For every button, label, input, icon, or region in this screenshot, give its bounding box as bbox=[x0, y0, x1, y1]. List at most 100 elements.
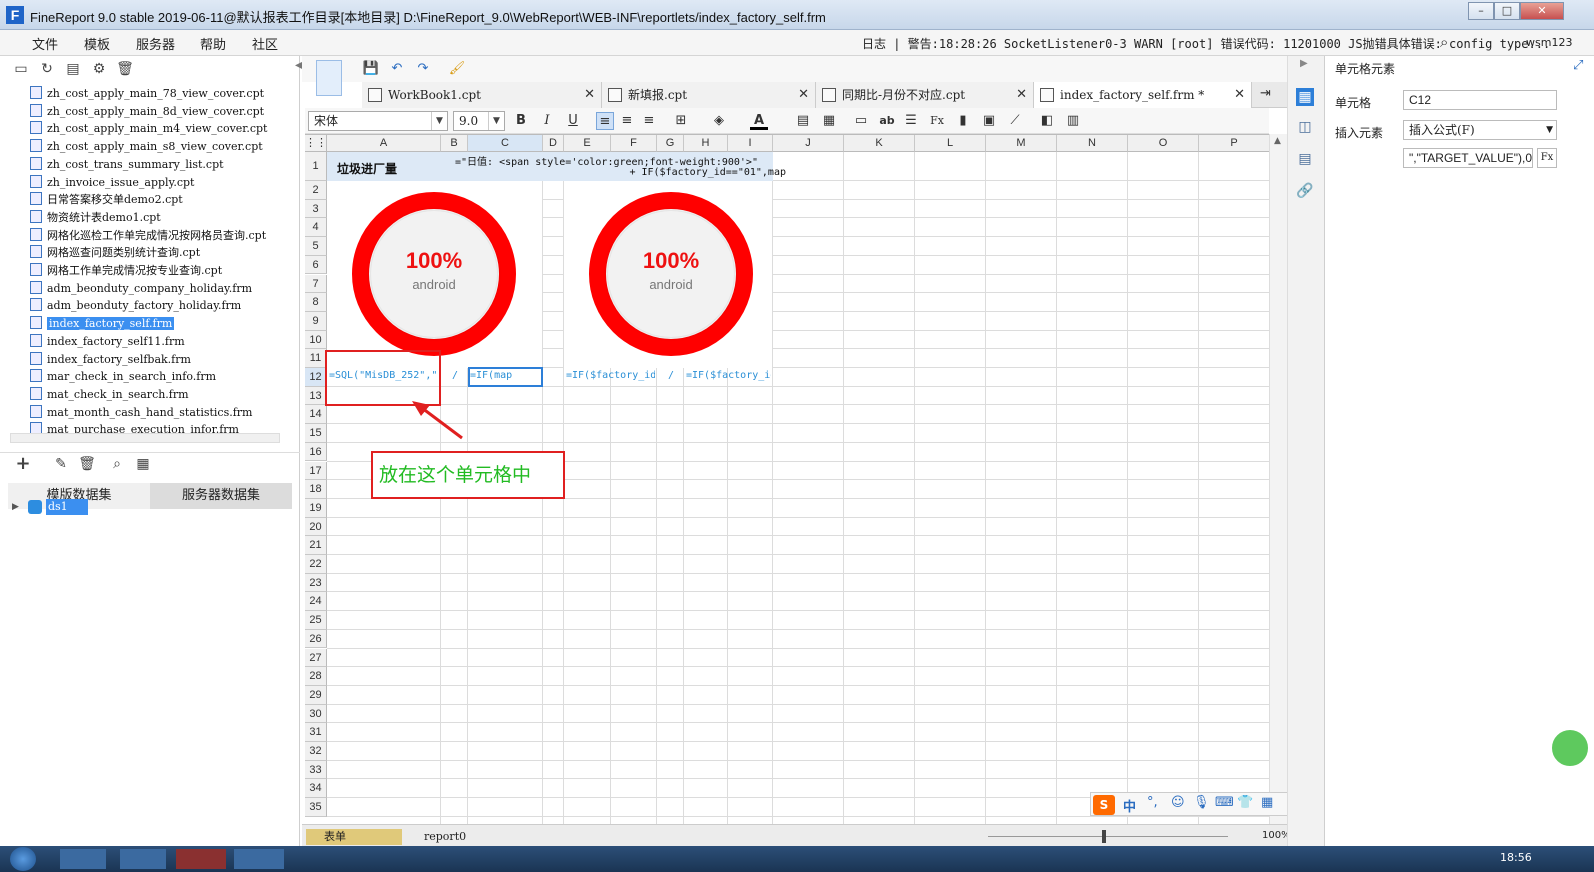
cell-a1[interactable]: 垃圾进厂量 bbox=[337, 160, 437, 177]
insert-richtext-icon[interactable]: ☰ bbox=[902, 112, 920, 130]
zoom-handle[interactable] bbox=[1102, 830, 1106, 843]
row-header[interactable]: 16 bbox=[305, 442, 327, 462]
insert-formula-icon[interactable]: Fx bbox=[928, 112, 946, 130]
column-header[interactable]: K bbox=[844, 135, 915, 152]
file-item[interactable]: 网格工作单完成情况按专业查询.cpt bbox=[30, 262, 222, 279]
row-header[interactable]: 3 bbox=[305, 199, 327, 219]
menu-template[interactable]: 模板 bbox=[84, 34, 110, 53]
maximize-button[interactable]: □ bbox=[1494, 2, 1520, 20]
italic-icon[interactable]: I bbox=[538, 112, 556, 130]
file-item[interactable]: adm_beonduty_factory_holiday.frm bbox=[30, 297, 241, 314]
row-header[interactable]: 26 bbox=[305, 629, 327, 649]
row-header[interactable]: 19 bbox=[305, 498, 327, 518]
skin-icon[interactable]: 👕 bbox=[1237, 795, 1253, 810]
close-tab-icon[interactable]: ✕ bbox=[584, 82, 595, 108]
close-tab-icon[interactable]: ✕ bbox=[1234, 82, 1245, 108]
row-header[interactable]: 31 bbox=[305, 723, 327, 742]
file-item[interactable]: zh_cost_apply_main_s8_view_cover.cpt bbox=[30, 138, 263, 155]
menu-help[interactable]: 帮助 bbox=[200, 34, 226, 53]
file-item[interactable]: 日常答案移交单demo2.cpt bbox=[30, 191, 183, 208]
underline-icon[interactable]: U bbox=[564, 112, 582, 130]
taskbar-app[interactable] bbox=[120, 849, 166, 869]
row-header[interactable]: 20 bbox=[305, 517, 327, 537]
save-icon[interactable]: 💾 bbox=[362, 60, 380, 78]
column-header[interactable]: D bbox=[543, 135, 564, 152]
row-header[interactable]: 1 bbox=[305, 152, 327, 181]
column-header[interactable]: E bbox=[564, 135, 611, 152]
column-header[interactable]: I bbox=[728, 135, 773, 152]
start-button[interactable] bbox=[10, 847, 36, 871]
row-header[interactable]: 35 bbox=[305, 798, 327, 817]
column-header[interactable]: N bbox=[1057, 135, 1128, 152]
file-item[interactable]: zh_cost_apply_main_8d_view_cover.cpt bbox=[30, 103, 264, 120]
format-painter-icon[interactable]: 🖌 bbox=[448, 60, 466, 78]
row-header[interactable]: 17 bbox=[305, 461, 327, 481]
insert-text-icon[interactable]: ▭ bbox=[852, 112, 870, 130]
param-icon[interactable]: ▦ bbox=[134, 455, 152, 473]
cell-b12[interactable]: / bbox=[452, 370, 464, 381]
formula-editor-icon[interactable]: Fx bbox=[1537, 148, 1557, 168]
row-header[interactable]: 5 bbox=[305, 237, 327, 256]
border-icon[interactable]: ⊞ bbox=[672, 112, 690, 130]
file-item[interactable]: index_factory_self.frm bbox=[30, 315, 175, 332]
folder-open-icon[interactable]: ▭ bbox=[12, 60, 30, 78]
close-tab-icon[interactable]: ✕ bbox=[1016, 82, 1027, 108]
delete-dataset-icon[interactable]: 🗑 bbox=[78, 455, 96, 473]
align-right-icon[interactable]: ≡ bbox=[640, 112, 658, 130]
row-header[interactable]: 24 bbox=[305, 592, 327, 612]
row-header[interactable]: 9 bbox=[305, 311, 327, 331]
column-header[interactable]: O bbox=[1128, 135, 1199, 152]
cell-b1-line2[interactable]: + IF($factory_id=="01",map bbox=[451, 167, 786, 178]
file-item[interactable]: zh_cost_apply_main_78_view_cover.cpt bbox=[30, 85, 264, 102]
template-icon[interactable]: ▤ bbox=[64, 60, 82, 78]
file-item[interactable]: 网格化巡检工作单完成情况按网格员查询.cpt bbox=[30, 227, 266, 244]
file-item[interactable]: zh_cost_trans_summary_list.cpt bbox=[30, 156, 224, 173]
expand-right-icon[interactable]: ▶ bbox=[1300, 58, 1308, 69]
insert-ab-icon[interactable]: ab bbox=[878, 112, 896, 130]
row-header[interactable]: 11 bbox=[305, 349, 327, 368]
taskbar-app[interactable] bbox=[234, 849, 284, 869]
row-header[interactable]: 2 bbox=[305, 181, 327, 200]
redo-icon[interactable]: ↷ bbox=[414, 60, 432, 78]
undo-icon[interactable]: ↶ bbox=[388, 60, 406, 78]
unmerge-icon[interactable]: ▦ bbox=[820, 112, 838, 130]
expand-arrow-icon[interactable]: ▶ bbox=[12, 502, 19, 512]
minimize-button[interactable]: – bbox=[1468, 2, 1494, 20]
file-item[interactable]: 物资统计表demo1.cpt bbox=[30, 209, 161, 226]
cell-e12[interactable]: =IF($factory_id bbox=[566, 370, 655, 381]
row-header[interactable]: 22 bbox=[305, 555, 327, 574]
column-header[interactable]: L bbox=[915, 135, 986, 152]
bold-icon[interactable]: B bbox=[512, 112, 530, 130]
cell-h12[interactable]: =IF($factory_id bbox=[686, 370, 771, 381]
delete-icon[interactable]: 🗑 bbox=[116, 60, 134, 78]
column-header[interactable]: F bbox=[611, 135, 657, 152]
tab-new-fill[interactable]: 新填报.cpt ✕ bbox=[602, 82, 816, 108]
add-icon[interactable]: + bbox=[14, 455, 32, 473]
ime-mode-icon[interactable]: 中 bbox=[1123, 796, 1136, 815]
row-header[interactable]: 33 bbox=[305, 760, 327, 780]
row-header[interactable]: 30 bbox=[305, 704, 327, 724]
close-tab-icon[interactable]: ✕ bbox=[798, 82, 809, 108]
refresh-icon[interactable]: ↻ bbox=[38, 60, 56, 78]
file-item[interactable]: index_factory_selfbak.frm bbox=[30, 351, 191, 368]
merge-icon[interactable]: ▤ bbox=[794, 112, 812, 130]
file-item[interactable]: index_factory_self11.frm bbox=[30, 333, 185, 350]
row-header[interactable]: 21 bbox=[305, 536, 327, 555]
punct-icon[interactable]: °, bbox=[1147, 795, 1158, 810]
row-header[interactable]: 23 bbox=[305, 573, 327, 593]
font-color-icon[interactable]: A bbox=[750, 112, 768, 130]
sogou-icon[interactable]: S bbox=[1093, 795, 1115, 815]
cell-g12[interactable]: / bbox=[668, 370, 680, 381]
tab-menu-icon[interactable]: ⇥ bbox=[1260, 86, 1271, 101]
file-item[interactable]: mat_check_in_search.frm bbox=[30, 386, 189, 403]
user-name[interactable]: wsm123 bbox=[1526, 36, 1572, 49]
menu-community[interactable]: 社区 bbox=[252, 34, 278, 53]
cell-attr-tab-icon[interactable]: ◫ bbox=[1296, 118, 1314, 136]
taskbar-app[interactable] bbox=[60, 849, 106, 869]
menu-file[interactable]: 文件 bbox=[32, 34, 58, 53]
toolbox-icon[interactable]: ▦ bbox=[1261, 795, 1273, 810]
row-header[interactable]: 6 bbox=[305, 255, 327, 275]
row-header[interactable]: 12 bbox=[305, 368, 327, 387]
column-header[interactable]: G bbox=[657, 135, 684, 152]
row-header[interactable]: 27 bbox=[305, 648, 327, 668]
